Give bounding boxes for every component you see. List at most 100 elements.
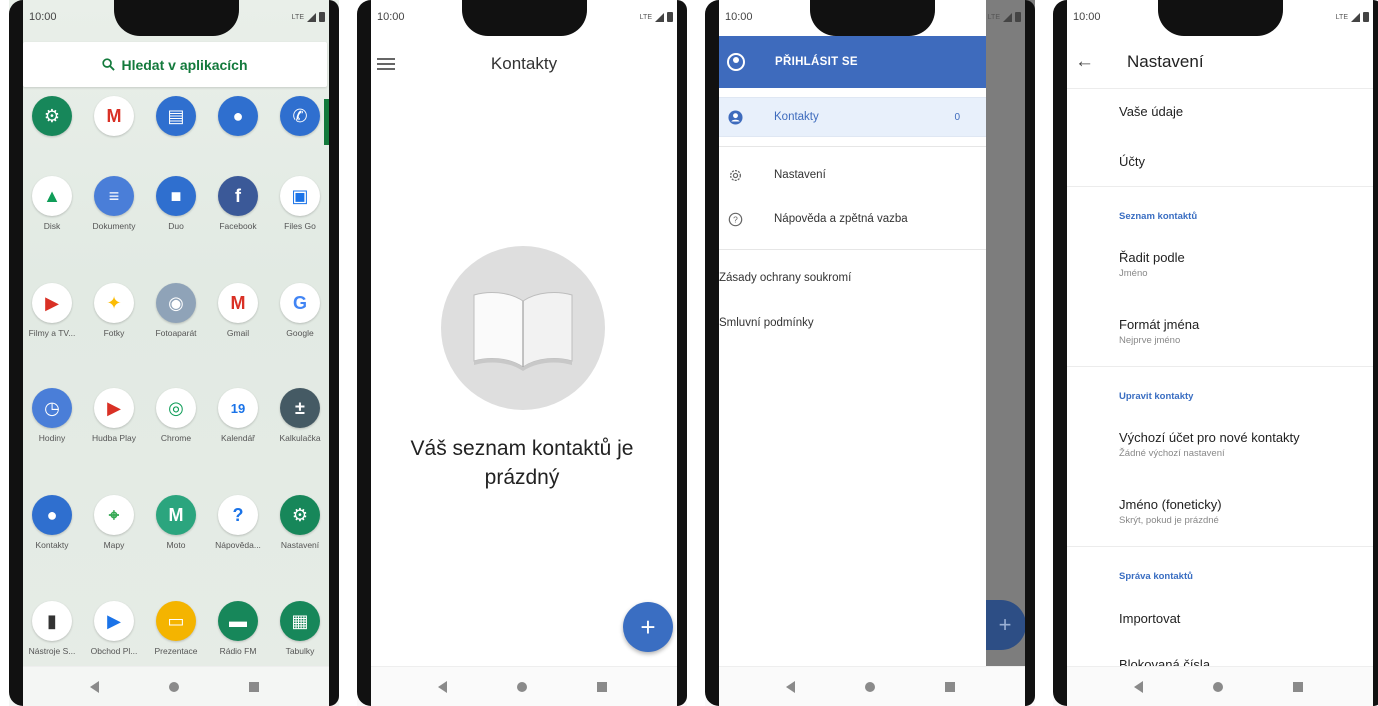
status-time: 10:00 [377,11,405,23]
recents-icon[interactable] [596,681,607,692]
setting-name-format[interactable]: Formát jména Nejprve jméno [1119,317,1373,346]
setting-blocked-numbers[interactable]: Blokovaná čísla [1119,657,1373,666]
back-icon[interactable] [437,680,447,693]
setting-default-account[interactable]: Výchozí účet pro nové kontakty Žádné výc… [1119,430,1373,459]
page-title: Kontakty [490,54,558,73]
app-label: Nápověda... [215,540,261,550]
contacts-nav-drawer-screen: 10:00 LTE + PŘIHLÁSIT SE Kontakty 0 Nast… [705,0,1035,706]
play-movies-icon: ▶ [32,283,72,323]
slides-icon: ▭ [156,601,196,641]
home-icon[interactable] [516,681,527,692]
app-launcher-item[interactable]: ✦ Fotky [83,283,145,338]
app-launcher-item[interactable]: M Gmail [207,283,269,338]
drawer-item-contacts[interactable]: Kontakty 0 [705,97,986,137]
app-launcher-item[interactable]: ● [207,96,269,141]
setting-accounts[interactable]: Účty [1119,154,1373,169]
app-launcher-item[interactable]: ▤ [145,96,207,141]
drawer-item-help[interactable]: ? Nápověda a zpětná vazba [705,199,986,239]
play-store-icon: ▶ [94,601,134,641]
app-launcher-item[interactable]: ▲ Disk [21,176,83,231]
phone-bezel-left [1053,0,1067,706]
navigation-drawer: PŘIHLÁSIT SE Kontakty 0 Nastavení ? Nápo… [705,0,986,666]
app-label: Disk [43,221,61,231]
gmail-icon: M [218,283,258,323]
calendar-icon: 19 [218,388,258,428]
recents-icon[interactable] [248,681,259,692]
setting-import[interactable]: Importovat [1119,611,1373,626]
empty-state-line-1: Váš seznam kontaktů je [410,437,634,460]
app-launcher-item[interactable]: ◎ Chrome [145,388,207,443]
app-label: Prezentace [154,646,198,656]
app-label: Rádio FM [219,646,257,656]
svg-text:?: ? [733,214,738,224]
setting-title: Řadit podle [1119,250,1185,265]
app-launcher-item[interactable]: ? Nápověda... [207,495,269,550]
recents-icon[interactable] [944,681,955,692]
phone-bezel-left [357,0,371,706]
back-icon[interactable] [1133,680,1143,693]
facebook-icon: f [218,176,258,216]
app-launcher-item[interactable]: ▭ Prezentace [145,601,207,656]
home-icon[interactable] [1212,681,1223,692]
recents-icon[interactable] [1292,681,1303,692]
terms-link[interactable]: Smluvní podmínky [719,317,814,329]
contacts-icon: ● [32,495,72,535]
app-launcher-item[interactable]: ⚙ [21,96,83,141]
network-type: LTE [1335,13,1348,21]
section-divider [1067,366,1373,367]
app-search-bar[interactable]: Hledat v aplikacích [23,42,327,87]
empty-contacts-illustration [441,246,605,410]
app-launcher-item[interactable]: M [83,96,145,141]
home-icon[interactable] [864,681,875,692]
system-nav-bar [1053,666,1378,706]
sim-icon: ▮ [32,601,72,641]
back-icon[interactable] [785,680,795,693]
app-launcher-item[interactable]: ⌖ Mapy [83,495,145,550]
app-launcher-item[interactable]: ◉ Fotoaparát [145,283,207,338]
app-launcher-item[interactable]: ≡ Dokumenty [83,176,145,231]
setting-sort-by[interactable]: Řadit podle Jméno [1119,250,1373,279]
setting-phonetic-name[interactable]: Jméno (foneticky) Skrýt, pokud je prázdn… [1119,497,1373,526]
drawer-item-settings[interactable]: Nastavení [705,155,986,195]
app-launcher-item[interactable]: ▶ Obchod Pl... [83,601,145,656]
app-label: Duo [168,221,184,231]
empty-state-message: Váš seznam kontaktů je prázdný [377,434,667,492]
app-launcher-item[interactable]: ▬ Rádio FM [207,601,269,656]
app-launcher-item[interactable]: M Moto [145,495,207,550]
settings-toolbar: ← Nastavení [1067,42,1373,82]
app-launcher-item[interactable]: ▮ Nástroje S... [21,601,83,656]
app-label: Nástroje S... [28,646,76,656]
docs-icon: ≡ [94,176,134,216]
setting-title: Vaše údaje [1119,104,1184,119]
privacy-policy-link[interactable]: Zásady ochrany soukromí [719,272,851,284]
app-launcher-item[interactable]: ± Kalkulačka [269,388,331,443]
app-launcher-item[interactable]: ▶ Hudba Play [83,388,145,443]
app-label: Chrome [160,433,192,443]
app-launcher-item[interactable]: ■ Duo [145,176,207,231]
status-bar: 10:00 LTE [721,8,1021,26]
back-arrow-icon[interactable]: ← [1075,51,1099,73]
setting-title: Formát jména [1119,317,1200,332]
app-launcher-item[interactable]: G Google [269,283,331,338]
sign-in-header[interactable]: PŘIHLÁSIT SE [705,36,986,88]
add-contact-button[interactable]: + [623,602,673,652]
app-launcher-item[interactable]: ✆ [269,96,331,141]
app-launcher-item[interactable]: ▶ Filmy a TV... [21,283,83,338]
app-launcher-item[interactable]: ◷ Hodiny [21,388,83,443]
app-launcher-item[interactable]: ▦ Tabulky [269,601,331,656]
app-launcher-item[interactable]: f Facebook [207,176,269,231]
app-launcher-item[interactable]: ▣ Files Go [269,176,331,231]
app-label: Tabulky [285,646,315,656]
app-label: Gmail [226,328,250,338]
maps-icon: ⌖ [94,495,134,535]
app-launcher-item[interactable]: 19 Kalendář [207,388,269,443]
app-launcher-item[interactable]: ● Kontakty [21,495,83,550]
back-icon[interactable] [89,680,99,693]
setting-title: Jméno (foneticky) [1119,497,1222,512]
setting-your-info[interactable]: Vaše údaje [1119,104,1373,119]
status-time: 10:00 [1073,11,1101,23]
home-icon[interactable] [168,681,179,692]
network-type: LTE [987,13,1000,21]
app-launcher-item[interactable]: ⚙ Nastavení [269,495,331,550]
contacts-toolbar: Kontakty [371,42,677,86]
